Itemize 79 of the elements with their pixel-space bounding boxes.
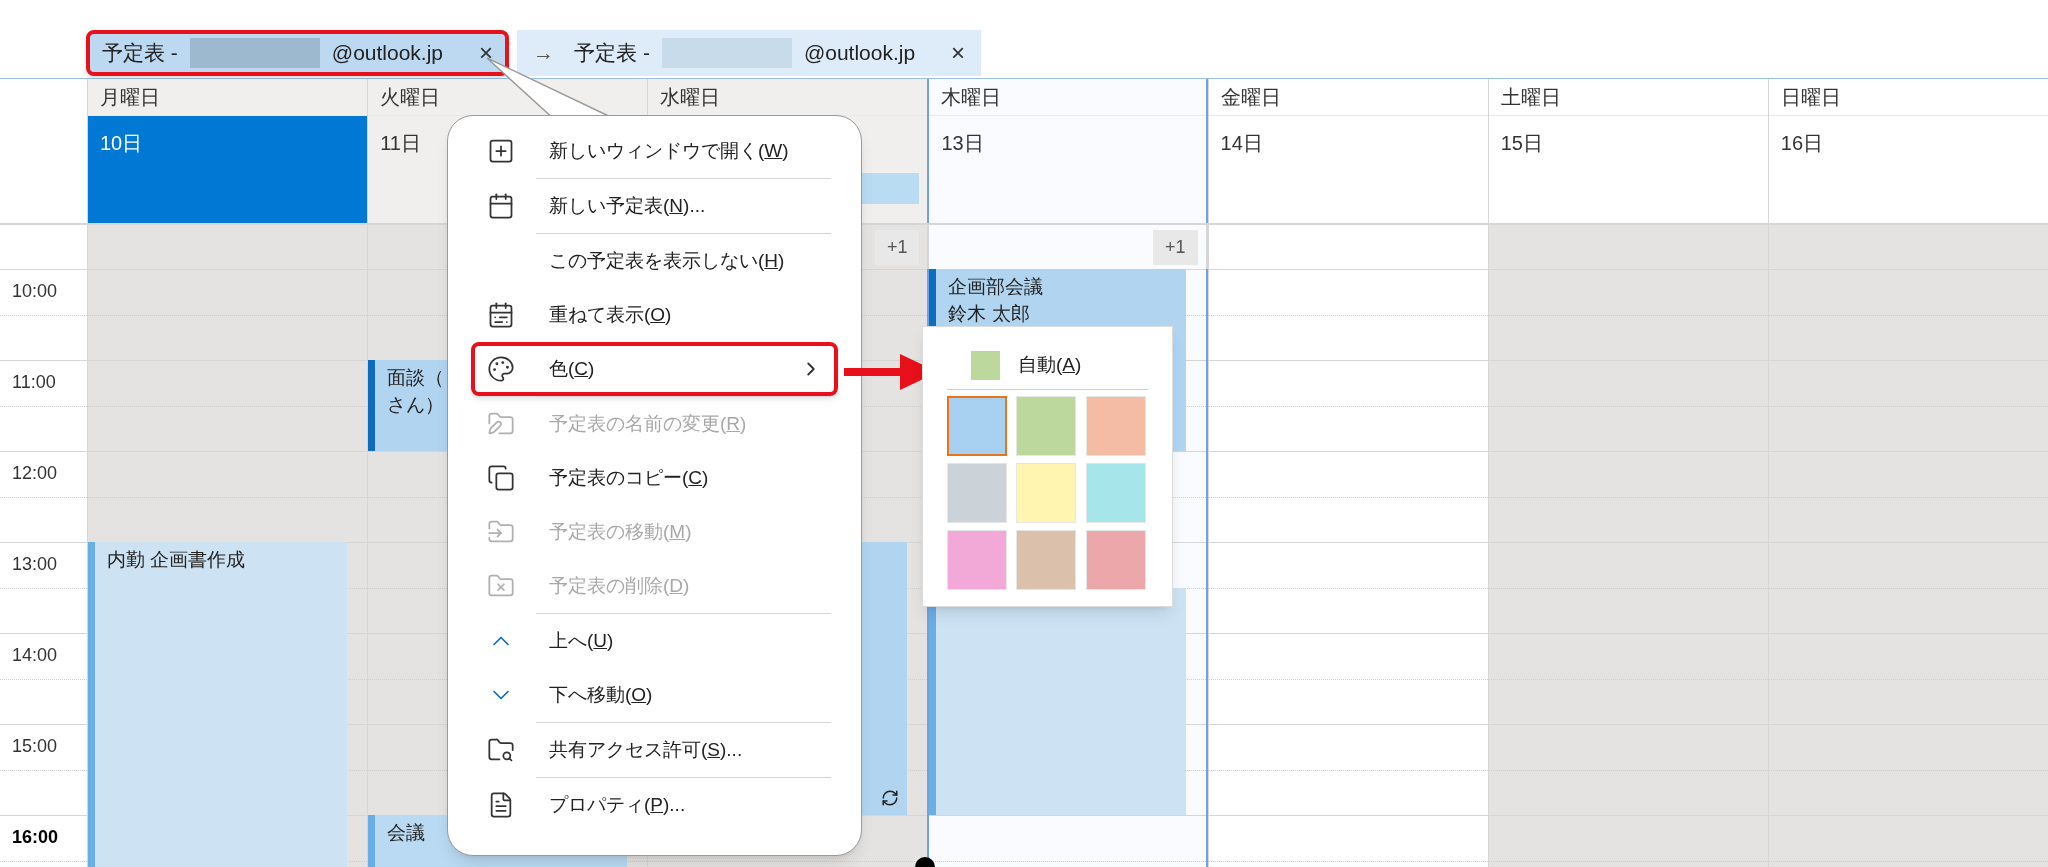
- event-title: 面談（ さん）: [387, 366, 445, 417]
- time-label: 11:00: [12, 372, 56, 392]
- auto-color-item[interactable]: 自動(A): [947, 343, 1148, 387]
- time-label: 10:00: [12, 281, 58, 301]
- menu-item-label: 上へ(U): [549, 628, 614, 653]
- menu-item-label: 色(C): [549, 356, 595, 381]
- more-events-badge[interactable]: +1: [874, 229, 920, 265]
- menu-item-label: 共有アクセス許可(S)...: [549, 737, 743, 762]
- weekday-label: 金曜日: [1220, 85, 1281, 110]
- tab-label: 予定表 -: [574, 40, 650, 67]
- event-title: 企画部会議 鈴木 太郎: [948, 275, 1044, 326]
- date-label: 14日: [1220, 132, 1263, 154]
- event-title: 会議: [387, 821, 426, 845]
- calendar-tab[interactable]: → 予定表 - @outlook.jp ×: [517, 30, 982, 76]
- menu-item[interactable]: プロパティ(P)...: [471, 778, 838, 832]
- all-day-cell[interactable]: [1207, 223, 1488, 269]
- copy-icon: [487, 464, 515, 492]
- time-label: 13:00: [12, 554, 58, 574]
- date-label: 10日: [100, 132, 143, 154]
- weekday-label: 土曜日: [1500, 85, 1561, 110]
- weekday-label: 月曜日: [100, 85, 160, 110]
- calendar-event[interactable]: [929, 587, 1186, 815]
- menu-item-label: 新しい予定表(N)...: [549, 193, 706, 218]
- recurring-icon: [881, 789, 900, 807]
- close-button[interactable]: ×: [951, 41, 966, 65]
- event-title: 内勤 企画書作成: [107, 548, 246, 572]
- color-swatch[interactable]: [947, 396, 1007, 456]
- menu-item[interactable]: 上へ(U): [471, 614, 838, 668]
- time-label: 14:00: [12, 645, 58, 665]
- weekday-label: 木曜日: [941, 85, 1002, 110]
- calendar-range-icon: [487, 301, 515, 329]
- date-label: 15日: [1500, 132, 1543, 154]
- menu-item[interactable]: 予定表のコピー(C): [471, 451, 838, 505]
- menu-item-label: 下へ移動(O): [549, 682, 653, 707]
- tab-label: 予定表 -: [102, 40, 178, 67]
- menu-item[interactable]: 新しいウィンドウで開く(W): [471, 124, 838, 178]
- date-cell[interactable]: 14日: [1208, 116, 1488, 223]
- menu-item-label: 予定表のコピー(C): [549, 465, 709, 490]
- menu-item-label: 重ねて表示(O): [549, 302, 672, 327]
- close-button[interactable]: ×: [479, 41, 494, 65]
- time-label: 12:00: [12, 463, 58, 483]
- menu-item[interactable]: 新しい予定表(N)...: [471, 179, 838, 233]
- menu-item-label: 予定表の移動(M): [549, 519, 692, 544]
- time-label: 15:00: [12, 736, 58, 756]
- date-cell[interactable]: 13日: [929, 116, 1206, 223]
- weekday-label: 日曜日: [1780, 85, 1841, 110]
- calendar-event[interactable]: 内勤 企画書作成: [88, 542, 348, 867]
- menu-item-label: 自動(A): [1018, 352, 1082, 377]
- calendar-icon: [487, 192, 515, 220]
- menu-item-label: 予定表の削除(D): [549, 573, 690, 598]
- menu-item[interactable]: 下へ移動(O): [471, 668, 838, 722]
- square-plus-icon: [487, 137, 515, 165]
- menu-item[interactable]: 色(C): [471, 342, 838, 396]
- calendar-tab[interactable]: 予定表 - @outlook.jp ×: [86, 30, 510, 76]
- all-day-cell[interactable]: [1767, 223, 2048, 269]
- date-label: 13日: [941, 132, 984, 154]
- all-day-cell[interactable]: [1487, 223, 1768, 269]
- date-label: 16日: [1780, 132, 1824, 154]
- date-cell[interactable]: 10日: [88, 116, 368, 223]
- menu-item-label: 予定表の名前の変更(R): [549, 411, 747, 436]
- all-day-cell[interactable]: [87, 223, 368, 269]
- menu-item[interactable]: この予定表を表示しない(H): [471, 234, 838, 288]
- more-events-badge[interactable]: +1: [1153, 229, 1198, 265]
- tab-label: @outlook.jp: [803, 40, 916, 67]
- tab-label: @outlook.jp: [331, 40, 444, 67]
- menu-item-label: この予定表を表示しない(H): [549, 248, 785, 273]
- all-day-cell[interactable]: +1: [927, 223, 1208, 269]
- menu-item-label: 新しいウィンドウで開く(W): [549, 138, 789, 163]
- menu-item[interactable]: 共有アクセス許可(S)...: [471, 723, 838, 777]
- palette-icon: [487, 355, 515, 383]
- folder-search-icon: [487, 736, 515, 764]
- time-label: 16:00: [12, 827, 59, 847]
- date-cell[interactable]: 15日: [1488, 116, 1768, 223]
- menu-item[interactable]: 重ねて表示(O): [471, 288, 838, 342]
- date-cell[interactable]: 16日: [1768, 116, 2048, 223]
- menu-item-label: プロパティ(P)...: [549, 792, 686, 817]
- weekday-label: 水曜日: [660, 85, 721, 110]
- arrow-glyph: →: [533, 40, 555, 67]
- weekday-label: 火曜日: [380, 85, 441, 110]
